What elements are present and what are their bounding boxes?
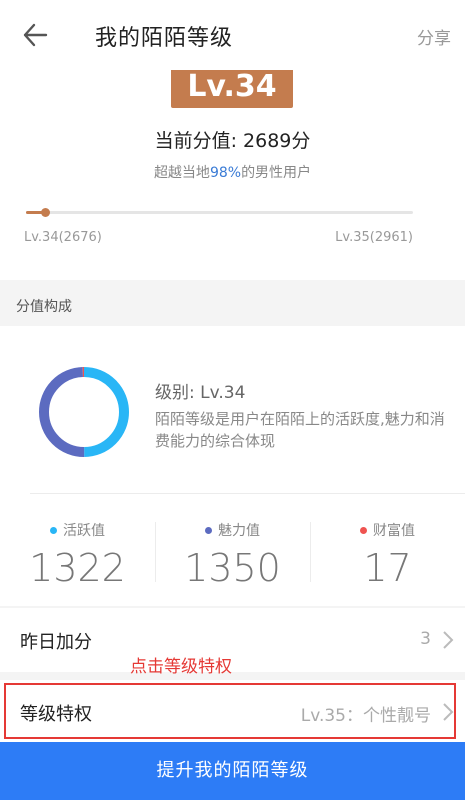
charm-dot-icon [205, 526, 212, 534]
beat-percentage-text: 超越当地98%的男性用户 [0, 162, 465, 182]
composition-level: 级别: Lv.34 [155, 383, 246, 403]
beat-suffix: 的男性用户 [241, 165, 312, 181]
stat-value: 1322 [29, 546, 126, 590]
share-button[interactable]: 分享 [417, 24, 451, 49]
stat-wealth: 财富值 17 [310, 520, 465, 590]
wealth-dot-icon [360, 526, 367, 534]
beat-prefix: 超越当地 [153, 165, 210, 181]
annotation-highlight-box [4, 683, 456, 739]
current-score: 当前分值: 2689分 [154, 130, 311, 152]
beat-percent: 98% [209, 165, 242, 181]
activity-dot-icon [50, 526, 57, 534]
composition-description: 陌陌等级是用户在陌陌上的活跃度,魅力和消费能力的综合体现 [155, 410, 445, 450]
stat-label: 财富值 [373, 523, 415, 539]
section-title: 分值构成 [16, 299, 72, 315]
yesterday-points-row[interactable]: 昨日加分 3 [0, 608, 465, 672]
row-label: 昨日加分 [20, 632, 92, 653]
boost-level-button[interactable]: 提升我的陌陌等级 [0, 742, 465, 800]
current-level-tick: Lv.34(2676) [24, 230, 102, 245]
score-composition-card: 级别: Lv.34 陌陌等级是用户在陌陌上的活跃度,魅力和消费能力的综合体现 活… [0, 326, 465, 606]
stat-label: 魅力值 [218, 523, 260, 539]
back-arrow-icon[interactable] [22, 22, 48, 48]
stat-charm: 魅力值 1350 [155, 520, 310, 590]
level-card: Lv.34 当前分值: 2689分 超越当地98%的男性用户 Lv.34(267… [0, 70, 465, 280]
row-value: 3 [420, 629, 431, 649]
score-donut-chart [39, 367, 129, 457]
stat-value: 1350 [184, 546, 281, 590]
level-progress-bar [26, 208, 413, 217]
divider [30, 493, 465, 494]
level-badge: Lv.34 [171, 70, 293, 108]
stat-value: 17 [363, 546, 412, 590]
level-progress-handle [41, 208, 51, 217]
stat-activity: 活跃值 1322 [0, 520, 155, 590]
next-level-tick: Lv.35(2961) [335, 230, 413, 245]
top-bar: 我的陌陌等级 分享 [0, 0, 465, 70]
stat-label: 活跃值 [63, 523, 105, 539]
chevron-right-icon [443, 631, 454, 649]
page-title: 我的陌陌等级 [95, 26, 234, 51]
annotation-label: 点击等级特权 [130, 657, 232, 677]
section-header: 分值构成 [0, 280, 465, 326]
